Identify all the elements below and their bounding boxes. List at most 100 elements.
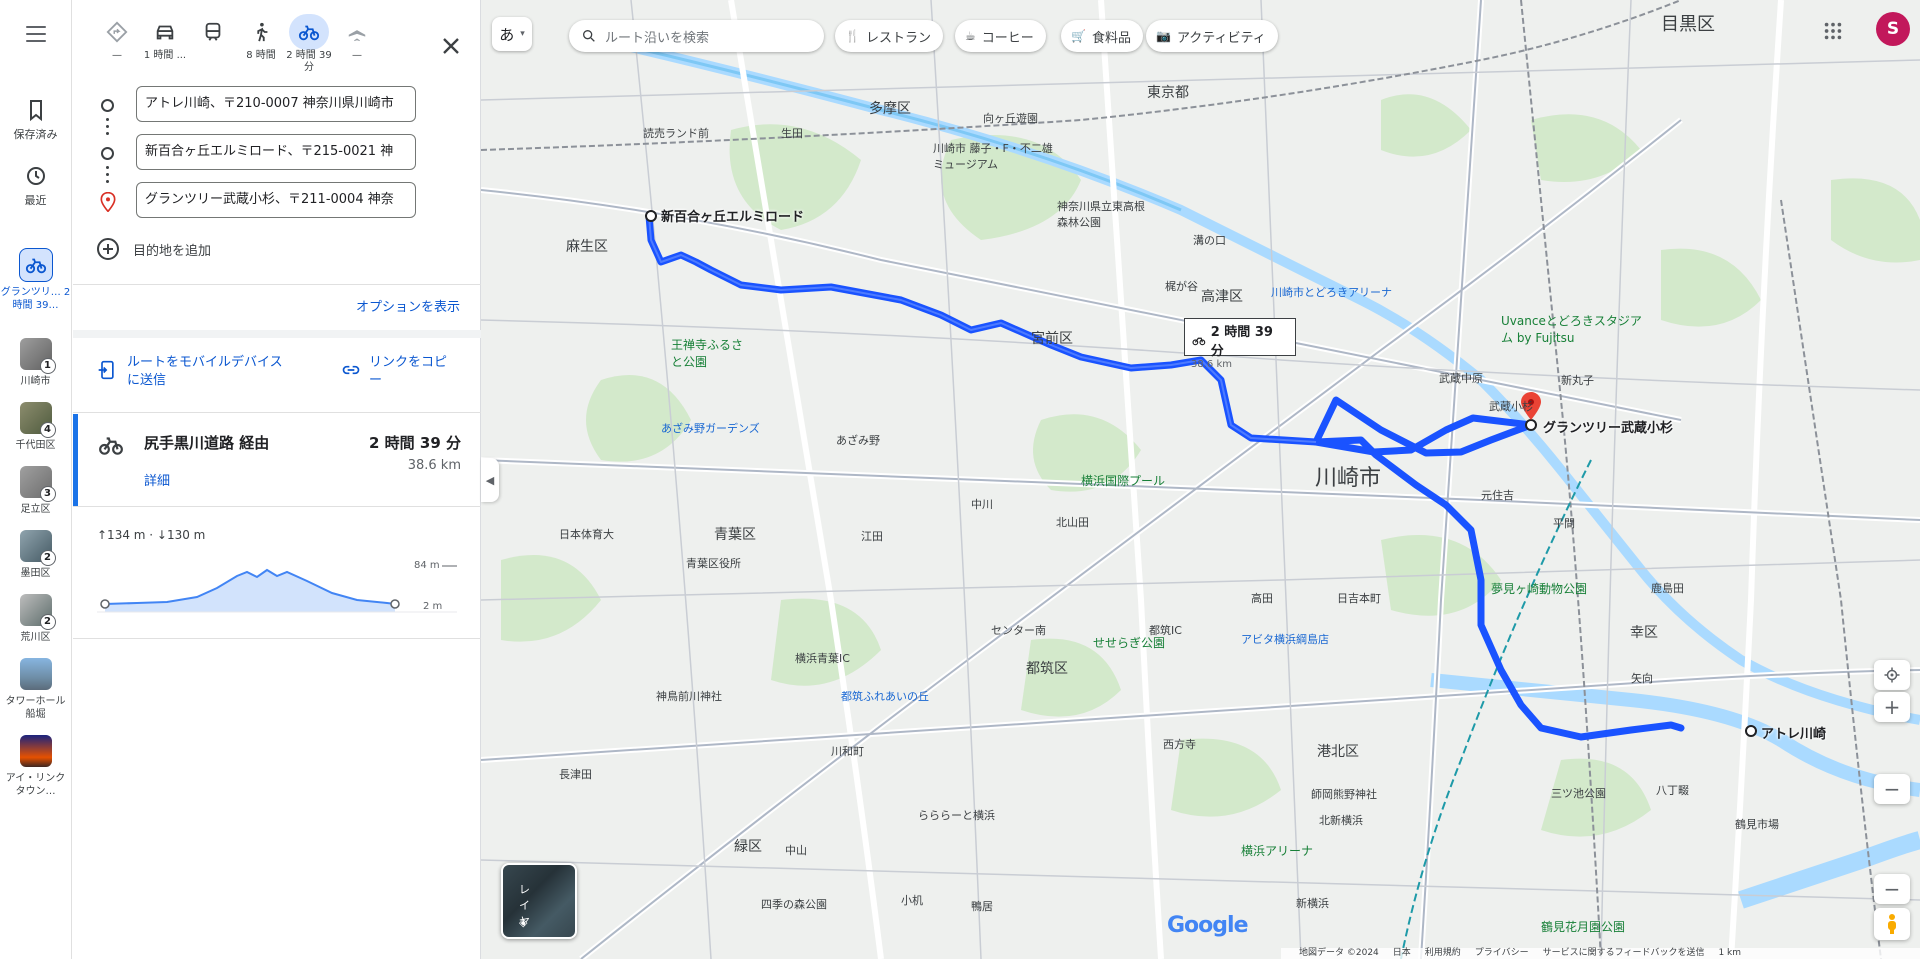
route-search-input[interactable]: ルート沿いを検索 (569, 20, 824, 52)
saved-label: 保存済み (13, 128, 58, 141)
place-label: 横浜国際プール (1081, 474, 1166, 488)
station-label: 梶が谷 (1165, 280, 1198, 293)
camera-icon: 📷 (1156, 29, 1171, 43)
chip-label: レストラン (865, 30, 931, 46)
divider (73, 506, 481, 507)
my-location-button[interactable] (1874, 660, 1910, 690)
copy-link-button[interactable]: リンクをコピー (341, 354, 455, 390)
close-icon[interactable] (437, 32, 465, 60)
menu-icon[interactable] (24, 22, 48, 46)
apps-grid-icon[interactable] (1822, 20, 1844, 42)
zoom-out-button[interactable]: − (1874, 874, 1910, 904)
collapse-panel-button[interactable]: ◀ (481, 458, 499, 502)
station-label: 長津田 (559, 768, 592, 781)
place-label: あざみ野ガーデンズ (661, 422, 760, 435)
recent-item-adachi[interactable]: 3 足立区 (0, 466, 72, 516)
layers-button[interactable]: ◈ レイヤ (501, 863, 577, 939)
recent-item-chiyoda[interactable]: 4 千代田区 (0, 402, 72, 452)
place-label: 川崎市 藤子・F・不二雄ミュージアム (933, 142, 1053, 171)
mode-best[interactable]: — (93, 14, 141, 62)
district-label: 麻生区 (566, 239, 608, 255)
recent-button[interactable]: 最近 (0, 164, 72, 208)
destination-input[interactable]: グランツリー武蔵小杉、〒211-0004 神奈 (136, 182, 416, 218)
mode-walk[interactable]: 8 時間 (237, 14, 285, 62)
send-to-mobile-button[interactable]: ルートをモバイルデバイスに送信 (97, 354, 287, 390)
chip-activities[interactable]: 📷 アクティビティ (1146, 20, 1278, 52)
chip-restaurant[interactable]: 🍴 レストラン (835, 20, 943, 52)
privacy-link[interactable]: プライバシー (1475, 948, 1529, 959)
crosshair-icon (1884, 667, 1900, 683)
layers-label: レイヤ (519, 883, 530, 928)
pegman-icon (1888, 914, 1896, 934)
connector-dots (106, 162, 109, 187)
region-link[interactable]: 日本 (1393, 948, 1411, 959)
route-option-card[interactable]: 尻手黒川道路 経由 2 時間 39 分 38.6 km 詳細 (73, 414, 481, 506)
recent-item-kawasaki[interactable]: 1 川崎市 (0, 338, 72, 388)
recent-item-arakawa[interactable]: 2 荒川区 (0, 594, 72, 644)
place-label: 夢見ヶ崎動物公園 (1491, 582, 1588, 596)
place-label: 四季の森公園 (761, 898, 827, 911)
place-label: 神奈川県立東高根森林公園 (1057, 200, 1145, 229)
station-label: 元住吉 (1481, 489, 1514, 502)
show-options-link[interactable]: オプションを表示 (356, 296, 460, 315)
district-label: 多摩区 (869, 101, 911, 117)
scale-label[interactable]: 1 km (1718, 948, 1741, 959)
start-dot-icon (101, 99, 114, 112)
add-destination-button[interactable]: 目的地を追加 (97, 238, 211, 260)
google-maps-app: 保存済み 最近 グランツリ… 2 時間 39… 1 川崎市 4 千代田区 3 足… (0, 0, 1920, 959)
district-label: 東京都 (1147, 85, 1189, 101)
place-label: らららーと横浜 (918, 809, 995, 822)
start-marker-label[interactable]: アトレ川崎 (1761, 723, 1826, 742)
via-marker-label[interactable]: 新百合ヶ丘エルミロード (661, 206, 804, 225)
route-details-link[interactable]: 詳細 (144, 470, 170, 489)
station-label: センター南 (991, 624, 1046, 637)
walk-icon (241, 14, 281, 50)
mode-flight[interactable]: — (333, 14, 381, 62)
zoom-in-button[interactable]: + (1874, 692, 1910, 722)
station-label: 北山田 (1056, 516, 1089, 529)
recent-item-tower-hall[interactable]: タワーホール船堀 (0, 658, 72, 721)
street-view-pegman[interactable] (1874, 908, 1910, 940)
zoom-out-button[interactable]: − (1874, 774, 1910, 804)
route-time-tooltip[interactable]: 2 時間 39 分 38.6 km (1184, 318, 1296, 370)
destination-marker-label[interactable]: グランツリー武蔵小杉 (1543, 417, 1673, 436)
link-icon (342, 365, 360, 375)
recent-count-badge: 2 (39, 550, 56, 566)
ime-toggle[interactable]: あ ▾ (492, 17, 532, 51)
start-input[interactable]: アトレ川崎、〒210-0007 神奈川県川崎市 (136, 86, 416, 122)
station-label: 鴨居 (971, 900, 993, 913)
travel-mode-bar: — 1 時間 ... 8 時間 2 時間 39 分 — (73, 14, 481, 74)
place-label: 師岡熊野神社 (1311, 788, 1377, 801)
recent-thumbnail: 4 (19, 402, 56, 438)
divider (73, 412, 481, 413)
station-label: 北新横浜 (1319, 814, 1363, 827)
city-label: 川崎市 (1315, 466, 1382, 491)
station-label: 読売ランド前 (643, 127, 709, 140)
station-label: 矢向 (1631, 672, 1653, 685)
active-route-button[interactable]: グランツリ… 2 時間 39… (0, 248, 72, 312)
mode-transit[interactable] (189, 14, 237, 50)
chip-groceries[interactable]: 🛒 食料品 (1061, 20, 1143, 52)
via-input[interactable]: 新百合ヶ丘エルミロード、〒215-0021 神 (136, 134, 416, 170)
plus-icon: + (1883, 695, 1901, 719)
recent-item-i-link[interactable]: アイ・リンクタウン… (0, 735, 72, 798)
recent-item-sumida[interactable]: 2 墨田区 (0, 530, 72, 580)
place-label: 都筑IC (1149, 624, 1182, 637)
account-avatar[interactable]: S (1876, 12, 1910, 46)
map-canvas[interactable]: 川崎市 目黒区 多摩区 麻生区 宮前区 高津区 青葉区 都筑区 港北区 緑区 幸… (481, 0, 1920, 959)
mode-bike[interactable]: 2 時間 39 分 (285, 14, 333, 74)
via-dot-icon (101, 147, 114, 160)
district-label: 港北区 (1317, 744, 1359, 760)
station-label: 溝の口 (1193, 234, 1226, 247)
chip-coffee[interactable]: ☕ コーヒー (955, 20, 1046, 52)
divider (73, 330, 481, 338)
tooltip-distance: 38.6 km (1191, 359, 1232, 370)
search-placeholder: ルート沿いを検索 (605, 30, 710, 46)
terms-link[interactable]: 利用規約 (1425, 948, 1461, 959)
saved-button[interactable]: 保存済み (0, 98, 72, 142)
place-label: 王禅寺ふるさと公園 (671, 338, 744, 369)
station-label: 武蔵小杉 (1489, 400, 1533, 413)
place-label: 横浜アリーナ (1241, 844, 1314, 858)
mode-car[interactable]: 1 時間 ... (141, 14, 189, 62)
feedback-link[interactable]: サービスに関するフィードバックを送信 (1543, 948, 1705, 959)
